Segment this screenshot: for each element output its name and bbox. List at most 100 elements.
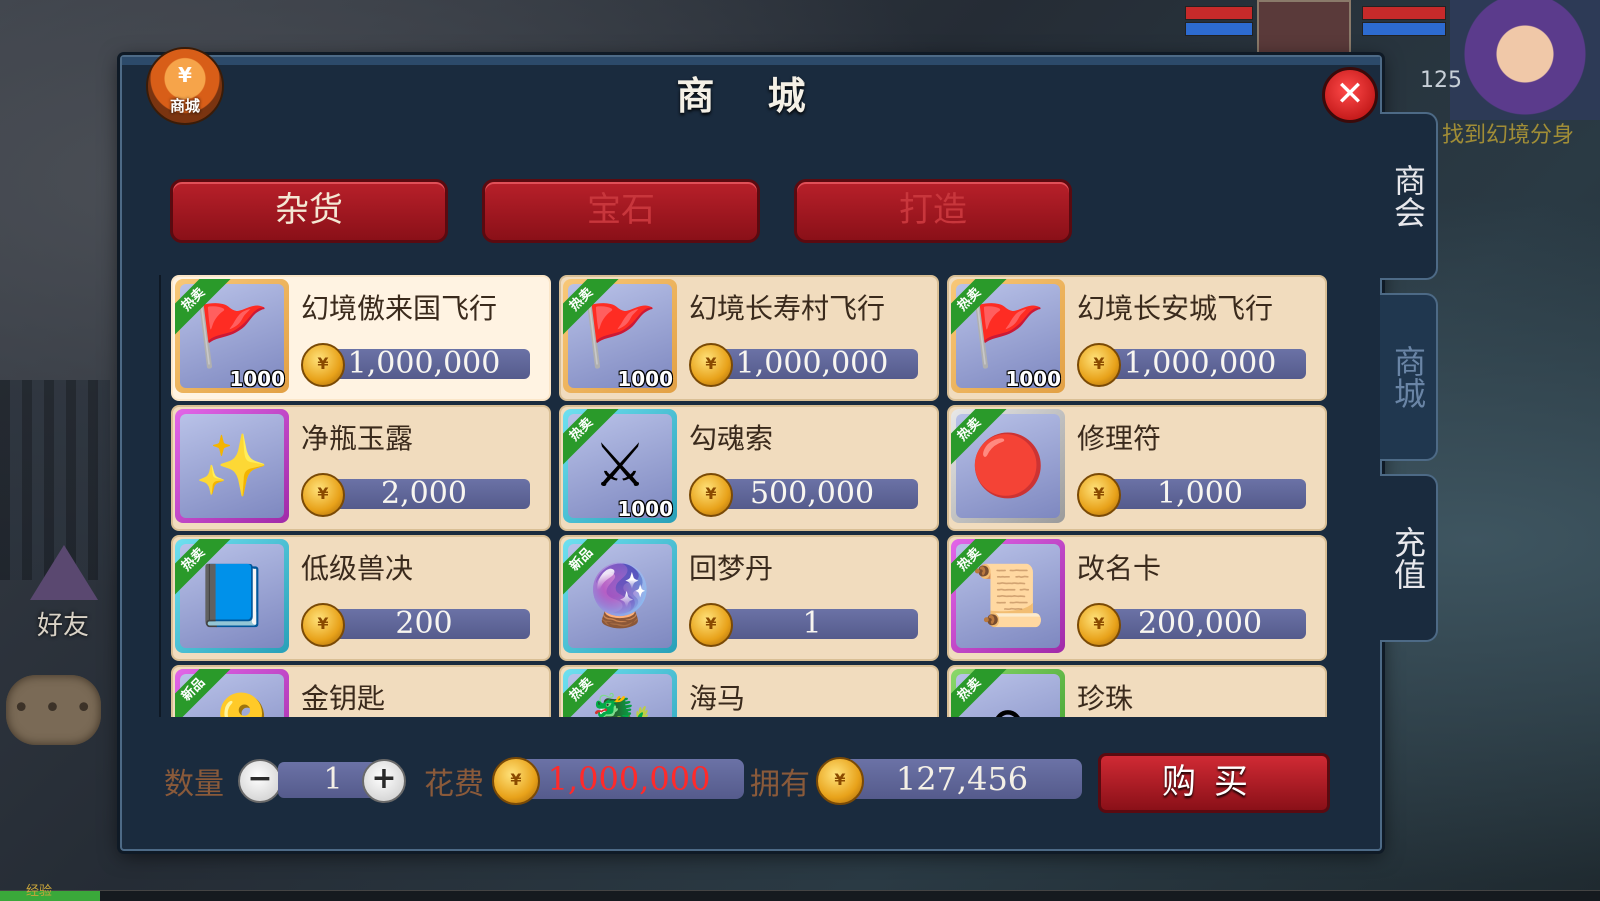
item-stack-quantity: 1000 [617, 367, 673, 391]
coin-icon: ¥ [1077, 343, 1121, 387]
item-name: 勾魂索 [689, 422, 774, 455]
item-icon-frame: 🔮 新品 [563, 539, 677, 653]
shop-item[interactable]: 🚩 1000 热卖 幻境长安城飞行 1,000,000 ¥ [947, 275, 1327, 401]
item-name: 修理符 [1077, 422, 1162, 455]
item-price-bar: 200,000 [1094, 609, 1306, 639]
coin-icon: ¥ [689, 473, 733, 517]
player-hp-bar [1362, 6, 1446, 20]
item-price: 1 [802, 606, 822, 641]
experience-bar [0, 890, 1600, 901]
item-glyph: ✨ [194, 431, 270, 501]
shop-item[interactable]: 🔑新品金钥匙 [171, 665, 551, 717]
item-name: 珍珠 [1077, 682, 1134, 715]
item-stack-quantity: 1000 [229, 367, 285, 391]
side-tab-shop[interactable]: 商城 [1380, 293, 1438, 461]
item-price-bar: 200 [318, 609, 530, 639]
item-stack-quantity: 1000 [1005, 367, 1061, 391]
item-price: 500,000 [749, 476, 875, 511]
item-stack-quantity: 1000 [617, 497, 673, 521]
pet-mp-bar [1185, 22, 1253, 36]
shop-item[interactable]: 📜 热卖 改名卡 200,000 ¥ [947, 535, 1327, 661]
wizard-hat-icon [30, 545, 98, 600]
item-name: 幻境长安城飞行 [1077, 292, 1274, 325]
item-price-bar: 1,000,000 [706, 349, 918, 379]
item-glyph: 🔑 [195, 696, 270, 717]
quantity-plus-button[interactable]: + [362, 759, 406, 803]
item-icon-frame: ⚔ 1000 热卖 [563, 409, 677, 523]
item-price: 1,000,000 [735, 346, 889, 381]
item-icon-frame: 🚩 1000 热卖 [175, 279, 289, 393]
friend-label: 好友 [36, 611, 89, 641]
tab-forging[interactable]: 打造 [794, 179, 1072, 243]
chat-button[interactable]: • • • [6, 675, 101, 745]
experience-label: 经验 [26, 884, 53, 899]
shop-item[interactable]: ⚔ 1000 热卖 勾魂索 500,000 ¥ [559, 405, 939, 531]
shop-item[interactable]: 🐉热卖海马 [559, 665, 939, 717]
item-icon-frame: 📘 热卖 [175, 539, 289, 653]
shop-item[interactable]: 📘 热卖 低级兽决 200 ¥ [171, 535, 551, 661]
item-price-bar: 1,000,000 [1094, 349, 1306, 379]
shop-item[interactable]: 🚩 1000 热卖 幻境长寿村飞行 1,000,000 ¥ [559, 275, 939, 401]
item-icon-frame: 🚩 1000 热卖 [563, 279, 677, 393]
item-icon-frame: ✨ [175, 409, 289, 523]
player-mp-bar [1362, 22, 1446, 36]
cost-display: 1,000,000 [514, 759, 744, 799]
side-tab-recharge[interactable]: 充值 [1380, 474, 1438, 642]
shop-item[interactable]: ⚪热卖珍珠 [947, 665, 1327, 717]
item-icon-frame: 📜 热卖 [951, 539, 1065, 653]
coin-icon: ¥ [492, 757, 540, 805]
shop-item[interactable]: 🔴 热卖 修理符 1,000 ¥ [947, 405, 1327, 531]
item-glyph: 🚩 [970, 301, 1046, 371]
tab-groceries[interactable]: 杂货 [170, 179, 448, 243]
item-price-bar: 1,000 [1094, 479, 1306, 509]
close-button[interactable]: ✕ [1322, 67, 1378, 123]
item-icon-frame: ⚪热卖 [951, 669, 1065, 717]
pet-hp-bar [1185, 6, 1253, 20]
shop-item[interactable]: 🔮 新品 回梦丹 1 ¥ [559, 535, 939, 661]
coin-icon: ¥ [301, 603, 345, 647]
player-level: 125 [1420, 68, 1462, 93]
cost-label: 花费 [424, 767, 484, 802]
quest-tracker[interactable]: 找到幻境分身 [1442, 122, 1574, 150]
item-name: 金钥匙 [301, 682, 386, 715]
owned-label: 拥有 [750, 767, 810, 802]
coin-icon: ¥ [689, 343, 733, 387]
coin-icon: ¥ [816, 757, 864, 805]
quantity-label: 数量 [164, 767, 224, 802]
item-name: 海马 [689, 682, 746, 715]
item-glyph: 📘 [194, 561, 270, 631]
item-grid[interactable]: 🚩 1000 热卖 幻境傲来国飞行 1,000,000 ¥ 🚩 1000 热卖 幻境长寿村飞行 1,… [159, 275, 1341, 717]
coin-icon: ¥ [1077, 473, 1121, 517]
owned-display: 127,456 [842, 759, 1082, 799]
window-header-strip [122, 57, 1380, 65]
chat-bubble-icon: • • • [12, 691, 95, 726]
coin-icon: ¥ [301, 473, 345, 517]
player-portrait[interactable] [1450, 0, 1600, 120]
item-name: 净瓶玉露 [301, 422, 414, 455]
coin-icon: ¥ [301, 343, 345, 387]
owned-value: 127,456 [895, 760, 1029, 798]
coin-icon: ¥ [689, 603, 733, 647]
item-name: 改名卡 [1077, 552, 1162, 585]
quantity-minus-button[interactable]: − [238, 759, 282, 803]
vase-icon: ✨ [180, 414, 284, 518]
item-price: 2,000 [381, 476, 467, 511]
item-name: 幻境长寿村飞行 [689, 292, 886, 325]
buy-button[interactable]: 购买 [1098, 753, 1330, 813]
item-glyph: 🚩 [194, 301, 270, 371]
shop-window: ¥ 商城 商 城 ✕ 杂货 宝石 打造 🚩 1000 热卖 幻境傲来国飞行 1,000,… [120, 47, 1382, 851]
tab-gems[interactable]: 宝石 [482, 179, 760, 243]
item-glyph: 🚩 [582, 301, 658, 371]
item-glyph: ⚔ [593, 431, 647, 501]
item-price: 200,000 [1137, 606, 1263, 641]
friend-button[interactable]: 好友 [18, 545, 108, 645]
shop-item[interactable]: 🚩 1000 热卖 幻境傲来国飞行 1,000,000 ¥ [171, 275, 551, 401]
item-name: 幻境傲来国飞行 [301, 292, 498, 325]
side-tab-guild[interactable]: 商会 [1380, 112, 1438, 280]
pet-portrait[interactable] [1257, 0, 1351, 56]
item-glyph: 🔮 [582, 561, 658, 631]
item-price-bar: 1,000,000 [318, 349, 530, 379]
item-icon-frame: 🔑新品 [175, 669, 289, 717]
shop-item[interactable]: ✨ 净瓶玉露 2,000 ¥ [171, 405, 551, 531]
item-glyph: 🔴 [970, 431, 1046, 501]
